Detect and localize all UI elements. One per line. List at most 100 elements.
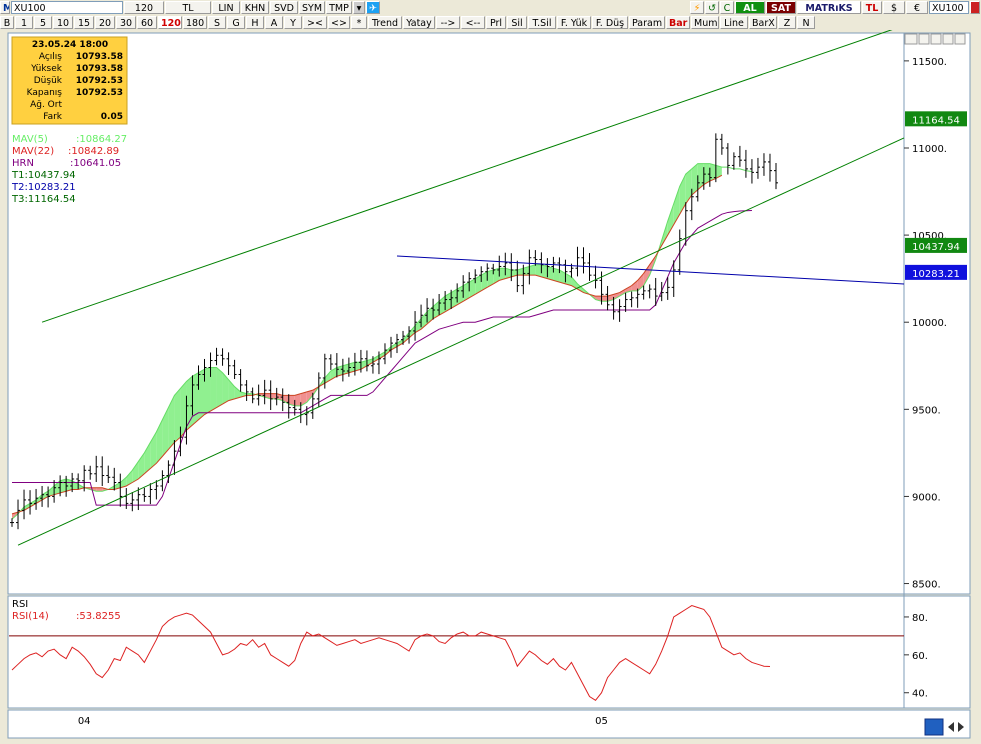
tool-p15-button[interactable]: 15 [74,16,94,29]
tool-line-button[interactable]: Line [720,16,748,29]
connect-icon[interactable]: C [720,1,734,14]
tool-bar-button[interactable]: Bar [666,16,690,29]
tool-g-button[interactable]: G [227,16,245,29]
tool-trend-button[interactable]: Trend [368,16,402,29]
info-row-label: Kapanış [27,88,63,98]
tool-s-button[interactable]: S [208,16,226,29]
tool-interval-button[interactable]: 120 [124,1,164,14]
mav-fill-segment [96,487,103,492]
rsi-panel[interactable] [7,595,971,709]
chevron-down-icon[interactable]: ▾ [353,1,365,14]
tool-star-button[interactable]: * [351,16,367,29]
minimize-icon[interactable] [930,33,942,45]
mav-fill-segment [270,393,277,399]
mav-fill-segment [204,367,211,415]
tool-y-button[interactable]: Y [284,16,302,29]
tool-param-button[interactable]: Param [629,16,665,29]
tool-p180-button[interactable]: 180 [183,16,207,29]
lock-icon[interactable] [918,33,930,45]
tool-currency-button[interactable]: TL [165,1,211,14]
tool-khn-button[interactable]: KHN [241,1,269,14]
lightning-icon[interactable]: ⚡ [690,1,704,14]
window-close-icon[interactable] [954,33,966,45]
tool-n-button[interactable]: N [797,16,815,29]
time-axis-panel [7,709,971,739]
tool-sym-button[interactable]: SYM [299,1,325,14]
tool-p10-button[interactable]: 10 [53,16,73,29]
period-toolbar: B 1 5 10 15 20 30 60 120 180 S G H A Y >< <> * Trend Yatay -… [0,16,981,30]
tool-gt-button[interactable]: <> [328,16,350,29]
y-tick-label: 10000. [912,318,947,329]
info-row-label: Düşük [34,76,63,86]
tool-p1-button[interactable]: 1 [15,16,33,29]
tool-a-button[interactable]: A [265,16,283,29]
chart-window: 8500. 9000. 9500. 10000. 10500. 11000. 11500. … [0,25,981,741]
tool-b-button[interactable]: B [0,16,14,29]
tl-button[interactable]: TL [862,1,882,14]
tool-mum-button[interactable]: Mum [691,16,719,29]
tool-p120-button[interactable]: 120 [158,16,182,29]
tool-z-button[interactable]: Z [778,16,796,29]
y-tick-label: 9000. [912,492,941,503]
tool-h-button[interactable]: H [246,16,264,29]
symbol2-input[interactable]: XU100 [929,1,969,14]
info-row-label: Fark [43,112,63,122]
symbol-input[interactable]: XU100 [11,1,123,14]
mav-fill-segment [60,479,67,493]
toolbar2-items: B 1 5 10 15 20 30 60 120 180 S G H A Y >< <> * Trend Yatay -… [0,16,816,30]
rsi-tick-label: 40. [912,689,928,700]
tool-barx-button[interactable]: BarX [749,16,777,29]
tool-lt-button[interactable]: >< [303,16,327,29]
chart-canvas[interactable]: 8500.9000.9500.10000.10500.11000.11500. … [0,25,981,741]
rsi-value: :53.8255 [76,611,121,622]
mav-fill-segment [216,367,223,408]
tool-tsil-button[interactable]: T.Sil [528,16,556,29]
tool-fyuk-button[interactable]: F. Yük [557,16,591,29]
legend-label: HRN [12,158,34,169]
tool-svd-button[interactable]: SVD [270,1,298,14]
info-row-value: 10793.58 [76,52,123,62]
y-tick-label: 9500. [912,405,941,416]
usd-button[interactable]: $ [883,1,905,14]
tool-sil-button[interactable]: Sil [507,16,527,29]
sell-button[interactable]: SAT [766,1,796,14]
brand-label: MATRıKS [797,1,861,14]
price-tag-label: 10283.21 [912,269,960,280]
mav-fill-segment [541,264,548,279]
tool-prl-button[interactable]: Prl [486,16,506,29]
tool-lin-button[interactable]: LIN [212,1,240,14]
close-icon[interactable] [970,1,980,14]
eur-button[interactable]: € [906,1,928,14]
info-row-value: 10793.58 [76,64,123,74]
rsi-title: RSI [12,599,28,610]
maximize-icon[interactable] [942,33,954,45]
mav-fill-segment [210,367,217,412]
y-tick-label: 11000. [912,144,947,155]
main-panel[interactable] [7,32,971,595]
tool-arr2-button[interactable]: <-- [461,16,485,29]
tool-tmp-button[interactable]: TMP [326,1,352,14]
tool-arr1-button[interactable]: --> [436,16,460,29]
legend-label: T1:10437.94 [11,170,76,181]
info-row-value: 0.05 [101,112,123,122]
settings-icon[interactable] [904,33,918,45]
sync-icon[interactable] [924,718,944,736]
info-row-label: Ağ. Ort [30,100,62,110]
tool-fdus-button[interactable]: F. Düş [592,16,628,29]
buy-button[interactable]: AL [735,1,765,14]
tool-p5-button[interactable]: 5 [34,16,52,29]
toolbar1-items: 120 TL LIN KHN SVD SYM TMP [124,1,353,15]
legend-value: :10864.27 [76,134,127,145]
y-tick-label: 8500. [912,580,941,591]
info-datetime: 23.05.24 18:00 [32,40,108,50]
tool-p60-button[interactable]: 60 [137,16,157,29]
legend-value: :10641.05 [70,158,121,169]
tool-p30-button[interactable]: 30 [116,16,136,29]
legend-label: MAV(22) [12,146,54,157]
info-row-label: Açılış [39,52,62,62]
tool-p20-button[interactable]: 20 [95,16,115,29]
twitter-icon[interactable]: ✈ [366,1,380,14]
tool-yatay-button[interactable]: Yatay [403,16,435,29]
refresh-icon[interactable]: ↺ [705,1,719,14]
